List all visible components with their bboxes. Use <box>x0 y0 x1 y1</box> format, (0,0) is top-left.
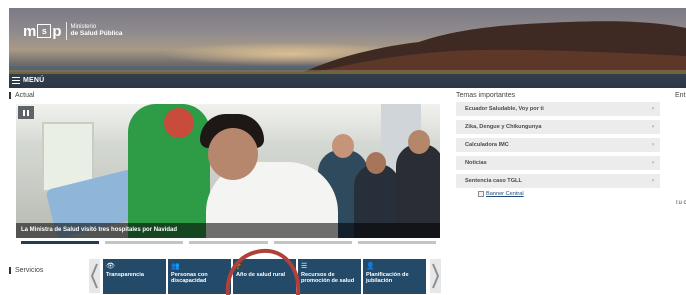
menu-button[interactable]: MENÚ <box>12 75 44 86</box>
right-column-heading: Ent <box>675 92 686 99</box>
carousel-indicator[interactable] <box>189 241 268 244</box>
topic-link-label: Zika, Dengue y Chikungunya <box>465 124 542 130</box>
banner-central[interactable]: Banner Central <box>478 191 524 197</box>
carousel-indicator[interactable] <box>273 241 352 244</box>
topic-link[interactable]: Zika, Dengue y Chikungunya › <box>456 120 660 134</box>
services-next-button[interactable] <box>430 259 441 293</box>
section-label-actual: Actual <box>9 92 34 99</box>
carousel-indicator[interactable] <box>357 241 437 244</box>
pause-icon-bar-right <box>26 109 29 116</box>
logo-letter-m: m <box>23 22 37 40</box>
people-icon: 👥 <box>171 263 180 270</box>
section-label-actual-text: Actual <box>15 92 35 99</box>
logo-letter-s: s <box>37 24 52 38</box>
topics-title: Temas importantes <box>456 92 516 99</box>
topic-link-label: Noticias <box>465 160 487 166</box>
service-tile-label: Transparencia <box>106 272 144 278</box>
photo-doctor-head <box>208 128 258 180</box>
menu-bar <box>9 72 686 88</box>
service-tile[interactable]: 👥 Personas con discapacidad <box>168 259 231 294</box>
chevron-right-icon: › <box>652 178 654 184</box>
pause-button[interactable] <box>18 106 34 119</box>
list-icon: ☰ <box>301 263 308 270</box>
section-label-servicios: Servicios <box>9 267 43 274</box>
chevron-right-icon: › <box>652 124 654 130</box>
section-label-servicios-text: Servicios <box>15 267 44 274</box>
chevron-right-icon: › <box>652 160 654 166</box>
right-column-text: Tu c <box>675 200 686 206</box>
services-strip: 👁 Transparencia 👥 Personas con discapacidad… <box>103 259 426 294</box>
banner-central-alt[interactable]: Banner Central <box>486 191 524 197</box>
topic-link[interactable]: Sentencia caso TGLL › <box>456 174 660 188</box>
service-tile[interactable]: 👁 Transparencia <box>103 259 166 294</box>
logo-mark: m s p <box>23 24 62 39</box>
photo-face-2 <box>408 130 430 154</box>
logo-separator <box>65 22 67 40</box>
service-tile-label: Recursos de promoción de salud <box>301 272 355 285</box>
topic-link-label: Ecuador Saludable, Voy por ti <box>465 106 544 112</box>
service-tile[interactable]: 👤 Planificación de jubilación <box>363 259 426 294</box>
carousel-indicator[interactable] <box>21 241 100 244</box>
hamburger-icon <box>12 77 20 84</box>
broken-image-icon <box>478 191 484 197</box>
services-prev-button[interactable] <box>89 259 100 293</box>
topic-link[interactable]: Ecuador Saludable, Voy por ti › <box>456 102 660 116</box>
topic-link[interactable]: Calculadora IMC › <box>456 138 660 152</box>
carousel-indicator[interactable] <box>105 241 184 244</box>
pause-icon-bar-left <box>23 109 26 116</box>
topics-list: Ecuador Saludable, Voy por ti › Zika, Deng… <box>456 102 660 192</box>
photo-person-green-head <box>164 108 194 138</box>
topic-link-label: Calculadora IMC <box>465 142 509 148</box>
chevron-left-icon <box>90 263 98 289</box>
slide-caption[interactable]: La Ministra de Salud visitó tres hospita… <box>21 227 177 233</box>
photo-face-3 <box>366 152 386 174</box>
service-tile-label: Año de salud rural <box>236 272 286 278</box>
logo-letter-p: p <box>52 22 62 40</box>
photo-face-1 <box>332 134 354 158</box>
topic-link-label: Sentencia caso TGLL <box>465 178 522 184</box>
graduation-cap-icon: 🎓 <box>236 263 245 270</box>
logo-text: Ministerio de Salud Pública <box>71 24 123 37</box>
eye-icon: 👁 <box>106 263 115 270</box>
service-tile-label: Planificación de jubilación <box>366 272 409 285</box>
carousel-slide[interactable]: La Ministra de Salud visitó tres hospita… <box>16 104 440 238</box>
carousel-indicators <box>21 241 437 244</box>
section-marker <box>9 92 11 99</box>
service-tile[interactable]: ☰ Recursos de promoción de salud <box>298 259 361 294</box>
section-marker <box>9 267 11 274</box>
chevron-right-icon: › <box>652 106 654 112</box>
service-tile-label: Personas con discapacidad <box>171 272 208 285</box>
logo-line-salud-publica: de Salud Pública <box>70 29 123 37</box>
ministry-logo[interactable]: m s p Ministerio de Salud Pública <box>23 22 123 40</box>
chevron-right-icon: › <box>652 142 654 148</box>
chevron-right-icon <box>432 263 440 289</box>
topic-link[interactable]: Noticias › <box>456 156 660 170</box>
user-icon: 👤 <box>366 263 375 270</box>
service-tile[interactable]: 🎓 Año de salud rural <box>233 259 296 294</box>
menu-label: MENÚ <box>23 77 45 84</box>
